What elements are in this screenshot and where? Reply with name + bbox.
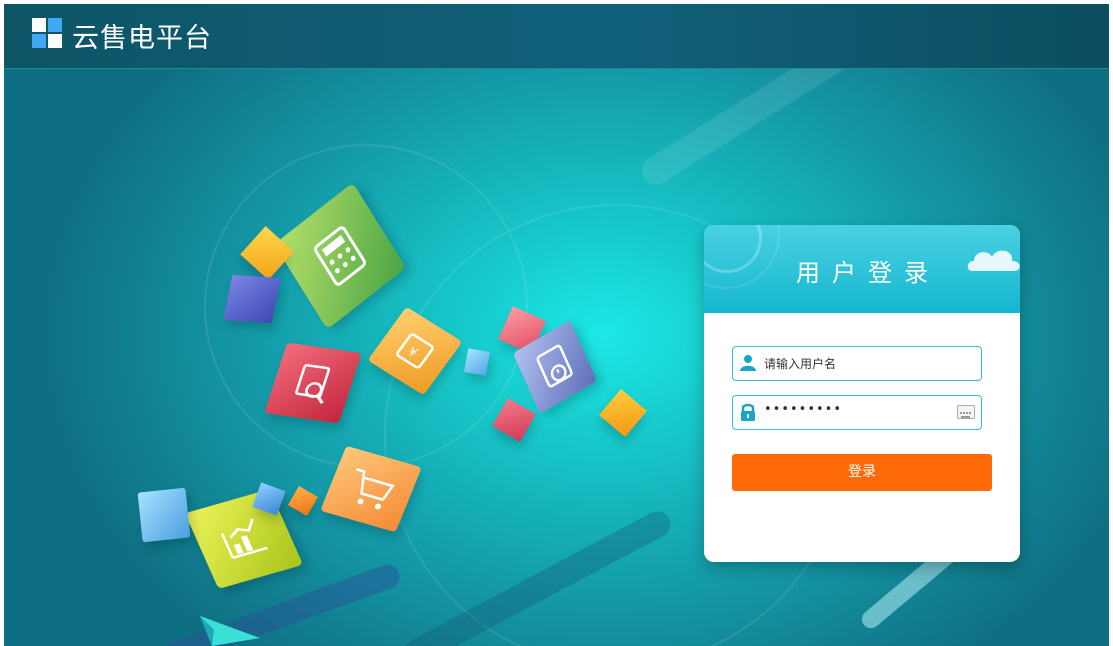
username-field[interactable]: 请输入用户名 — [732, 346, 982, 381]
chart-cube — [184, 489, 304, 589]
svg-text:¥: ¥ — [405, 344, 420, 360]
lock-icon — [741, 403, 755, 421]
background-dark-stripe — [159, 561, 404, 646]
brand-title: 云售电平台 — [72, 23, 212, 54]
logo-icon — [32, 18, 64, 50]
login-button[interactable]: 登录 — [732, 454, 992, 491]
username-placeholder: 请输入用户名 — [764, 357, 837, 371]
login-card-header: 用户登录 — [704, 225, 1020, 313]
login-page: 云售电平台 ¥ 用户登录 请输入用户名 ••••••••• 登录 — [4, 4, 1109, 646]
login-card: 用户登录 请输入用户名 ••••••••• 登录 — [704, 225, 1020, 562]
top-header: 云售电平台 — [4, 4, 1109, 69]
login-title: 用户登录 — [796, 259, 940, 287]
small-blue-cube — [464, 348, 490, 376]
password-value: ••••••••• — [764, 402, 843, 417]
orange-cube-mid — [287, 485, 319, 517]
keyboard-icon[interactable] — [957, 405, 975, 419]
chart-icon — [220, 518, 268, 559]
paper-plane-icon — [200, 616, 260, 646]
user-icon — [740, 355, 756, 371]
blue-cube-left — [137, 487, 191, 543]
password-field[interactable]: ••••••••• — [732, 395, 982, 430]
blue-small-cube — [223, 274, 281, 324]
